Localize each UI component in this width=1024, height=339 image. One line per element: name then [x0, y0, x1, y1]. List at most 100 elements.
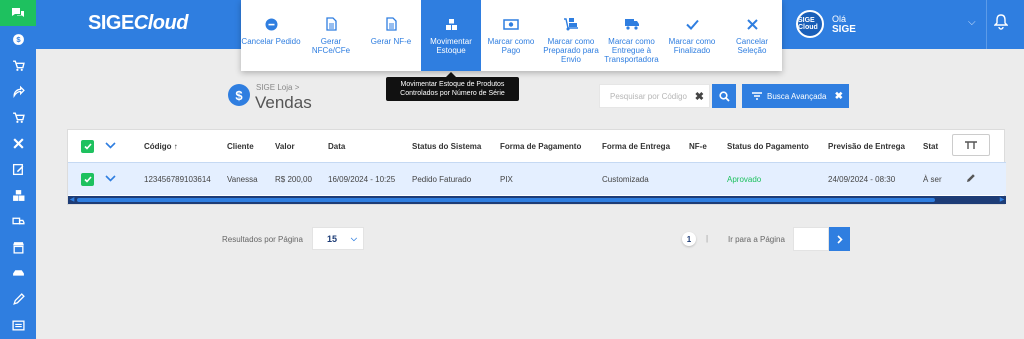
- advanced-search-label: Busca Avançada: [767, 91, 827, 101]
- divider: [986, 0, 987, 49]
- chevron-down-icon[interactable]: ⌵: [968, 17, 976, 28]
- chevron-down-icon[interactable]: [105, 141, 116, 151]
- pen-icon[interactable]: [0, 286, 36, 312]
- scrollbar-thumb[interactable]: [77, 198, 935, 202]
- cell-status-pagamento: Aprovado: [727, 174, 762, 184]
- select-all-checkbox[interactable]: [81, 139, 94, 153]
- chevron-down-icon: ⌵: [350, 234, 357, 243]
- column-settings-button[interactable]: [952, 134, 990, 156]
- horizontal-scrollbar[interactable]: ◀ ▶: [68, 196, 1006, 204]
- advanced-search-button[interactable]: Busca Avançada ✖: [742, 84, 849, 108]
- finance-icon[interactable]: $: [0, 26, 36, 52]
- user-menu[interactable]: SIGE Cloud Olá SIGE: [796, 10, 856, 38]
- cell-cliente: Vanessa: [227, 174, 258, 184]
- truck-icon[interactable]: [0, 208, 36, 234]
- check-icon: [685, 17, 699, 31]
- search-input[interactable]: Pesquisar por Código ✖: [599, 84, 710, 108]
- table-row[interactable]: 123456789103614 Vanessa R$ 200,00 16/09/…: [68, 162, 1006, 195]
- generate-nfe-button[interactable]: Gerar NF-e: [361, 0, 421, 71]
- cart-icon[interactable]: [0, 104, 36, 130]
- sales-icon: $: [228, 84, 250, 106]
- cell-status-sistema: Pedido Faturado: [412, 174, 472, 184]
- scroll-left-icon[interactable]: ◀: [68, 196, 76, 204]
- header-data[interactable]: Data: [328, 142, 345, 151]
- store-icon[interactable]: [0, 234, 36, 260]
- button-label: Gerar NF-e: [370, 37, 412, 46]
- clear-search-icon[interactable]: ✖: [695, 90, 704, 103]
- tools-icon[interactable]: [0, 130, 36, 156]
- chat-icon[interactable]: [0, 0, 36, 26]
- page-title: Vendas: [255, 93, 312, 112]
- current-page[interactable]: 1: [682, 232, 696, 246]
- header-status-sistema[interactable]: Status do Sistema: [412, 142, 481, 151]
- clear-advanced-icon[interactable]: ✖: [835, 91, 843, 102]
- header-valor[interactable]: Valor: [275, 142, 295, 151]
- generate-nfce-button[interactable]: Gerar NFCe/CFe: [301, 0, 361, 71]
- scroll-right-icon[interactable]: ▶: [998, 196, 1006, 204]
- edit-icon[interactable]: [966, 173, 976, 185]
- cell-data: 16/09/2024 - 10:25: [328, 174, 396, 184]
- goto-page-button[interactable]: [829, 227, 850, 251]
- sige-cloud-logo[interactable]: SIGECloud: [88, 12, 188, 35]
- row-checkbox[interactable]: [81, 172, 94, 186]
- header-status-pagamento[interactable]: Status do Pagamento: [727, 142, 809, 151]
- mark-finished-button[interactable]: Marcar como Finalizado: [662, 0, 722, 71]
- goto-page-label: Ir para a Página: [728, 235, 785, 244]
- button-label: Marcar como Finalizado: [668, 37, 716, 55]
- button-label: Marcar como Entregue à Transportadora: [604, 37, 659, 64]
- share-icon[interactable]: [0, 78, 36, 104]
- columns-icon: [965, 141, 977, 149]
- header-forma-entrega[interactable]: Forma de Entrega: [602, 142, 670, 151]
- money-icon: [503, 17, 519, 31]
- cell-codigo: 123456789103614: [144, 174, 211, 184]
- header-codigo[interactable]: Código ↑: [144, 142, 178, 151]
- pagination-separator: |: [706, 234, 709, 243]
- user-name: SIGE: [832, 23, 856, 35]
- cancel-order-button[interactable]: Cancelar Pedido: [241, 0, 301, 71]
- cell-forma-pagamento: PIX: [500, 174, 513, 184]
- cell-status: À ser: [923, 174, 942, 184]
- list-icon[interactable]: [0, 312, 36, 338]
- boxes-icon: [445, 17, 458, 31]
- boxes-icon[interactable]: [0, 182, 36, 208]
- rpp-value: 15: [327, 234, 338, 244]
- action-toolbar: Cancelar Pedido Gerar NFCe/CFe Gerar NF-…: [241, 0, 782, 71]
- header-forma-pagamento[interactable]: Forma de Pagamento: [500, 142, 581, 151]
- mark-prepared-button[interactable]: Marcar como Preparado para Envio: [541, 0, 601, 71]
- mark-delivered-carrier-button[interactable]: Marcar como Entregue à Transportadora: [601, 0, 662, 71]
- button-label: Cancelar Seleção: [735, 37, 768, 55]
- search-button[interactable]: [712, 84, 736, 108]
- search-placeholder: Pesquisar por Código: [610, 92, 687, 101]
- results-per-page-label: Resultados por Página: [222, 235, 303, 244]
- table-header: Código ↑ Cliente Valor Data Status do Si…: [68, 130, 1006, 162]
- tooltip: Movimentar Estoque de Produtos Controlad…: [386, 72, 519, 101]
- breadcrumb[interactable]: SIGE Loja >: [256, 83, 299, 92]
- goto-page-input[interactable]: [793, 227, 829, 251]
- bell-icon[interactable]: [993, 14, 1009, 35]
- results-per-page-select[interactable]: 15 ⌵: [312, 227, 364, 250]
- header-cliente[interactable]: Cliente: [227, 142, 254, 151]
- expand-row-icon[interactable]: [105, 174, 116, 184]
- cell-valor: R$ 200,00: [275, 174, 312, 184]
- mark-paid-button[interactable]: Marcar como Pago: [481, 0, 541, 71]
- cancel-selection-button[interactable]: Cancelar Seleção: [722, 0, 782, 71]
- filter-icon: [752, 92, 762, 100]
- header-nfe[interactable]: NF-e: [689, 142, 707, 151]
- chevron-right-icon: [836, 234, 843, 244]
- dolly-icon: [563, 17, 579, 31]
- avatar: SIGE Cloud: [796, 10, 824, 38]
- document-icon: [385, 17, 397, 31]
- edit-doc-icon[interactable]: [0, 156, 36, 182]
- button-label: Gerar NFCe/CFe: [311, 37, 351, 55]
- move-stock-button[interactable]: Movimentar Estoque: [421, 0, 481, 71]
- car-icon[interactable]: [0, 260, 36, 286]
- document-icon: [325, 17, 337, 31]
- cart-plus-icon[interactable]: [0, 52, 36, 78]
- search-icon: [718, 90, 730, 102]
- header-previsao-entrega[interactable]: Previsão de Entrega: [828, 142, 905, 151]
- truck-icon: [624, 17, 640, 31]
- button-label: Marcar como Pago: [487, 37, 535, 55]
- header-status[interactable]: Stat: [923, 142, 938, 151]
- cell-forma-entrega: Customizada: [602, 174, 649, 184]
- minus-circle-icon: [265, 17, 278, 31]
